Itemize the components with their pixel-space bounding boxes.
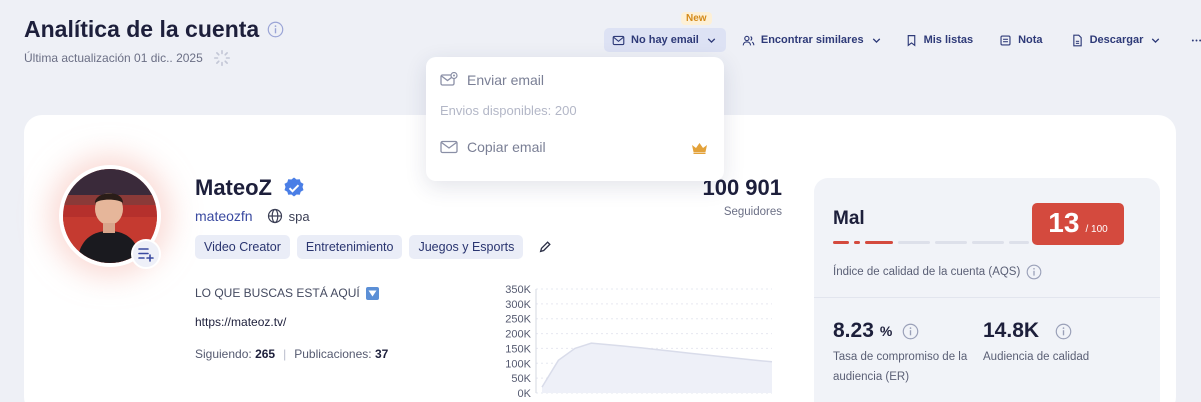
more-options-button[interactable]	[1182, 28, 1201, 52]
profile-handle-row: mateozfn spa	[195, 208, 310, 224]
y-tick-label: 0K	[518, 388, 532, 400]
quality-meter-segment	[854, 241, 860, 244]
quality-meter	[833, 241, 1066, 244]
mail-icon	[612, 35, 625, 45]
page-title: Analítica de la cuenta	[24, 16, 284, 43]
chevron-down-icon	[872, 37, 880, 43]
find-similar-button[interactable]: Encontrar similares	[734, 28, 891, 52]
download-button[interactable]: Descargar	[1063, 28, 1171, 52]
y-tick-label: 100K	[505, 358, 531, 370]
profile-link[interactable]: https://mateoz.tv/	[195, 315, 286, 329]
profile-handle[interactable]: mateozfn	[195, 208, 253, 224]
engagement-rate: 8.23% Tasa de compromiso de la audiencia…	[833, 319, 968, 383]
info-icon[interactable]	[267, 21, 284, 38]
following-stat: Siguiendo: 265	[195, 347, 276, 361]
tag-juegos-esports[interactable]: Juegos y Esports	[409, 235, 524, 259]
edit-pencil-icon[interactable]	[538, 240, 552, 254]
quality-audience: 14.8K Audiencia de calidad	[983, 319, 1090, 363]
available-sends: Envios disponibles: 200	[440, 103, 577, 118]
y-tick-label: 150K	[505, 343, 531, 355]
toolbar: No hay email Encontrar similares Mis lis…	[604, 28, 1201, 52]
quality-meter-segment	[935, 241, 967, 244]
quality-label: Mal	[833, 208, 865, 229]
quality-meter-segment	[1009, 241, 1029, 244]
note-icon	[1000, 34, 1011, 46]
y-tick-label: 200K	[505, 329, 531, 341]
info-icon[interactable]	[1055, 323, 1072, 340]
bio: LO QUE BUSCAS ESTÁ AQUÍ	[195, 286, 379, 300]
quality-meter-segment	[898, 241, 930, 244]
down-arrow-emoji-icon	[365, 286, 379, 300]
note-button[interactable]: Nota	[991, 28, 1050, 52]
profile-name: MateoZ	[195, 175, 306, 201]
my-lists-button[interactable]: Mis listas	[897, 28, 982, 52]
category-tags: Video Creator Entretenimiento Juegos y E…	[195, 235, 552, 259]
chevron-down-icon	[1152, 37, 1160, 43]
copy-email-item[interactable]: Copiar email	[440, 139, 546, 155]
mail-icon	[440, 140, 458, 154]
globe-icon	[267, 208, 282, 224]
chevron-down-icon	[707, 37, 716, 43]
series-area	[542, 343, 772, 393]
new-badge: New	[681, 12, 712, 25]
send-mail-icon	[440, 72, 458, 86]
stats-divider: |	[283, 347, 287, 361]
bookmark-icon	[907, 34, 915, 47]
y-tick-label: 300K	[505, 299, 531, 311]
quality-panel: Mal 13 / 100 Índice de calidad de la cue…	[814, 178, 1160, 402]
email-dropdown-menu: Enviar email Envios disponibles: 200 Cop…	[426, 57, 724, 181]
more-dots-icon	[1192, 39, 1201, 41]
quality-score-badge: 13 / 100	[1032, 203, 1124, 245]
info-icon[interactable]	[1026, 264, 1042, 280]
profile-stats: Siguiendo: 265 | Publicaciones: 37	[195, 347, 388, 361]
aqs-label: Índice de calidad de la cuenta (AQS)	[833, 264, 1042, 280]
file-icon	[1072, 34, 1082, 46]
add-list-icon	[138, 248, 154, 262]
followers-chart: 350K 300K 250K 200K 150K 100K 50K 0K	[505, 284, 773, 400]
quality-meter-segment	[833, 241, 849, 244]
crown-icon	[692, 143, 707, 154]
language: spa	[267, 208, 310, 224]
email-dropdown-button[interactable]: No hay email	[604, 28, 726, 52]
loading-spinner-icon	[213, 49, 230, 67]
quality-meter-segment	[972, 241, 1004, 244]
tag-video-creator[interactable]: Video Creator	[195, 235, 290, 259]
add-to-list-button[interactable]	[131, 239, 161, 269]
users-icon	[742, 35, 755, 45]
verified-icon	[284, 177, 304, 197]
y-tick-label: 350K	[505, 284, 531, 296]
posts-stat: Publicaciones: 37	[294, 347, 389, 361]
last-updated: Última actualización 01 dic.. 2025	[24, 49, 231, 67]
send-email-item[interactable]: Enviar email	[440, 72, 544, 88]
followers-count: 100 901 Seguidores	[702, 175, 782, 218]
y-tick-label: 250K	[505, 314, 531, 326]
y-tick-label: 50K	[511, 373, 531, 385]
tag-entretenimiento[interactable]: Entretenimiento	[296, 235, 403, 259]
quality-meter-segment	[865, 241, 893, 244]
divider	[814, 297, 1160, 298]
info-icon[interactable]	[902, 323, 919, 340]
